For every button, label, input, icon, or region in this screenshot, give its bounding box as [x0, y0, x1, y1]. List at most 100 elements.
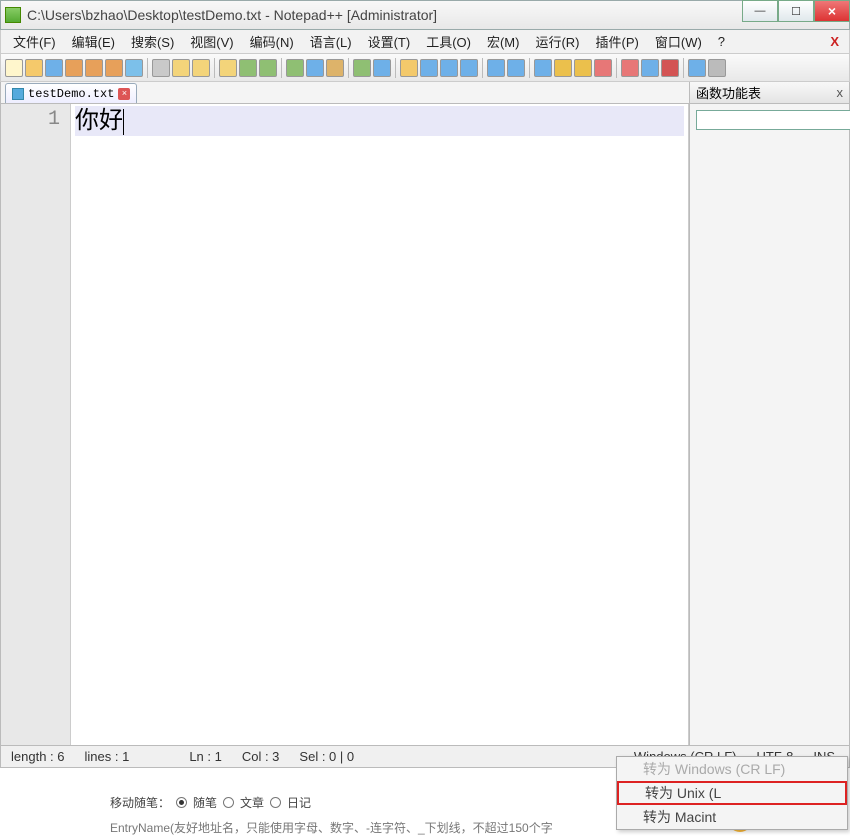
close-button[interactable]: ×	[814, 0, 850, 22]
tab-close-icon[interactable]: ×	[118, 88, 130, 100]
toolbar-button-18[interactable]	[400, 59, 418, 77]
line-number: 1	[1, 108, 60, 131]
toolbar-button-2[interactable]	[45, 59, 63, 77]
toolbar-button-32[interactable]	[708, 59, 726, 77]
menu-item-12[interactable]: ?	[712, 32, 731, 51]
menu-item-7[interactable]: 工具(O)	[420, 30, 477, 53]
context-menu-item-2[interactable]: 转为 Macint	[617, 805, 847, 829]
menu-item-6[interactable]: 设置(T)	[362, 30, 417, 53]
app-icon	[5, 7, 21, 23]
editor-pane: testDemo.txt × 1 你好	[1, 82, 689, 745]
caret	[123, 109, 124, 135]
code-text: 你好	[75, 108, 123, 134]
toolbar-button-24[interactable]	[534, 59, 552, 77]
radio-riji[interactable]	[270, 797, 281, 808]
window-controls: — ☐ ×	[742, 0, 850, 22]
toolbar-button-9[interactable]	[192, 59, 210, 77]
toolbar-separator	[348, 58, 349, 78]
menu-item-9[interactable]: 运行(R)	[529, 30, 585, 53]
panel-body: AZ	[690, 104, 849, 136]
toolbar-button-20[interactable]	[440, 59, 458, 77]
main-area: testDemo.txt × 1 你好 函数功能表 x AZ	[0, 82, 850, 746]
toolbar	[0, 54, 850, 82]
toolbar-button-15[interactable]	[326, 59, 344, 77]
menu-item-5[interactable]: 语言(L)	[304, 30, 358, 53]
status-lines: lines : 1	[75, 749, 140, 764]
tabstrip: testDemo.txt ×	[1, 82, 689, 104]
status-col: Col : 3	[232, 749, 290, 764]
radio-suibi[interactable]	[176, 797, 187, 808]
panel-title: 函数功能表	[696, 83, 761, 102]
toolbar-button-1[interactable]	[25, 59, 43, 77]
toolbar-button-12[interactable]	[259, 59, 277, 77]
toolbar-button-10[interactable]	[219, 59, 237, 77]
toolbar-button-28[interactable]	[621, 59, 639, 77]
toolbar-button-21[interactable]	[460, 59, 478, 77]
menubar: 文件(F)编辑(E)搜索(S)视图(V)编码(N)语言(L)设置(T)工具(O)…	[0, 30, 850, 54]
context-menu-item-1[interactable]: 转为 Unix (L	[617, 781, 847, 805]
toolbar-button-29[interactable]	[641, 59, 659, 77]
toolbar-button-25[interactable]	[554, 59, 572, 77]
maximize-button[interactable]: ☐	[778, 0, 814, 22]
toolbar-button-7[interactable]	[152, 59, 170, 77]
context-menu-item-0: 转为 Windows (CR LF)	[617, 757, 847, 781]
toolbar-button-11[interactable]	[239, 59, 257, 77]
radio-wenzhang-label: 文章	[240, 794, 264, 811]
status-sel: Sel : 0 | 0	[289, 749, 364, 764]
radio-wenzhang[interactable]	[223, 797, 234, 808]
editor[interactable]: 1 你好	[1, 104, 689, 745]
minimize-button[interactable]: —	[742, 0, 778, 22]
window-title: C:\Users\bzhao\Desktop\testDemo.txt - No…	[27, 7, 845, 23]
menu-item-1[interactable]: 编辑(E)	[66, 30, 121, 53]
toolbar-button-16[interactable]	[353, 59, 371, 77]
toolbar-separator	[214, 58, 215, 78]
toolbar-button-19[interactable]	[420, 59, 438, 77]
toolbar-button-31[interactable]	[688, 59, 706, 77]
toolbar-button-3[interactable]	[65, 59, 83, 77]
eol-context-menu: 转为 Windows (CR LF)转为 Unix (L转为 Macint	[616, 756, 848, 830]
menu-overflow[interactable]: X	[824, 32, 843, 51]
menu-item-3[interactable]: 视图(V)	[184, 30, 239, 53]
radio-riji-label: 日记	[287, 794, 311, 811]
toolbar-separator	[482, 58, 483, 78]
titlebar: C:\Users\bzhao\Desktop\testDemo.txt - No…	[0, 0, 850, 30]
menu-item-11[interactable]: 窗口(W)	[649, 30, 708, 53]
menu-item-10[interactable]: 插件(P)	[590, 30, 645, 53]
toolbar-button-14[interactable]	[306, 59, 324, 77]
toolbar-separator	[683, 58, 684, 78]
toolbar-button-6[interactable]	[125, 59, 143, 77]
toolbar-button-17[interactable]	[373, 59, 391, 77]
file-icon	[12, 88, 24, 100]
toolbar-button-5[interactable]	[105, 59, 123, 77]
tab-label: testDemo.txt	[28, 87, 114, 101]
panel-header: 函数功能表 x	[690, 82, 849, 104]
menu-item-8[interactable]: 宏(M)	[481, 30, 526, 53]
toolbar-button-13[interactable]	[286, 59, 304, 77]
toolbar-button-8[interactable]	[172, 59, 190, 77]
status-ln: Ln : 1	[179, 749, 232, 764]
function-list-panel: 函数功能表 x AZ	[689, 82, 849, 745]
toolbar-separator	[395, 58, 396, 78]
panel-close-icon[interactable]: x	[837, 85, 844, 100]
line-gutter: 1	[1, 104, 71, 745]
toolbar-separator	[616, 58, 617, 78]
toolbar-button-4[interactable]	[85, 59, 103, 77]
toolbar-button-23[interactable]	[507, 59, 525, 77]
toolbar-button-22[interactable]	[487, 59, 505, 77]
toolbar-separator	[529, 58, 530, 78]
stray-label: 移动随笔：	[110, 794, 170, 811]
toolbar-separator	[281, 58, 282, 78]
code-area[interactable]: 你好	[71, 104, 688, 745]
radio-suibi-label: 随笔	[193, 794, 217, 811]
toolbar-button-30[interactable]	[661, 59, 679, 77]
toolbar-separator	[147, 58, 148, 78]
toolbar-button-26[interactable]	[574, 59, 592, 77]
toolbar-button-27[interactable]	[594, 59, 612, 77]
toolbar-button-0[interactable]	[5, 59, 23, 77]
menu-item-4[interactable]: 编码(N)	[244, 30, 300, 53]
menu-item-0[interactable]: 文件(F)	[7, 30, 62, 53]
function-search-input[interactable]	[696, 110, 850, 130]
status-length: length : 6	[1, 749, 75, 764]
menu-item-2[interactable]: 搜索(S)	[125, 30, 180, 53]
tab-testdemo[interactable]: testDemo.txt ×	[5, 83, 137, 103]
